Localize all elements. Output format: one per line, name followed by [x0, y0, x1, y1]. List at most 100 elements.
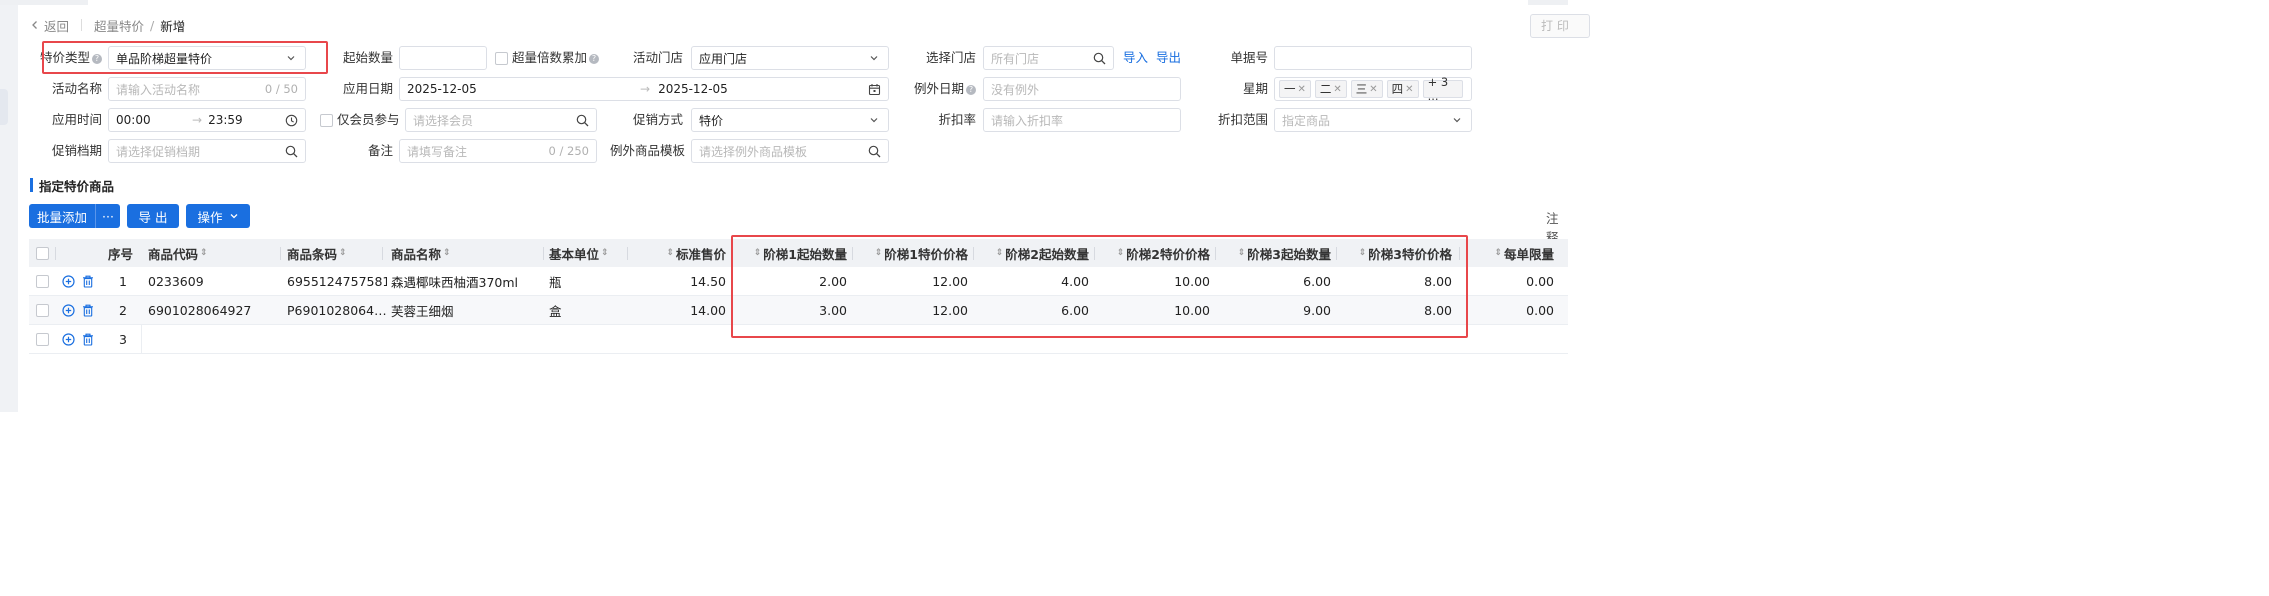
cell-tier3-price[interactable]: 8.00	[1343, 296, 1452, 324]
th-tier1-price[interactable]: ⇕ 阶梯1特价价格	[859, 239, 968, 267]
date-start[interactable]: 2025-12-05	[407, 82, 632, 96]
add-row-icon[interactable]	[62, 303, 75, 317]
date-end[interactable]: 2025-12-05	[658, 82, 867, 96]
week-more-tag[interactable]: + 3 ...	[1422, 75, 1463, 103]
week-label: 星期	[1242, 81, 1268, 96]
name-input[interactable]: 请输入活动名称 0 / 50	[108, 77, 306, 101]
multiple-accumulate-label: 超量倍数累加	[511, 50, 587, 65]
cell-barcode[interactable]: P6901028064…	[287, 296, 387, 324]
time-label: 应用时间	[51, 112, 102, 127]
export-button[interactable]: 导 出	[127, 204, 179, 228]
operations-dropdown-button[interactable]: 操作	[186, 204, 250, 228]
week-tag[interactable]: 二 ✕	[1314, 80, 1347, 98]
th-tier3-price[interactable]: ⇕ 阶梯3特价价格	[1343, 239, 1452, 267]
back-button[interactable]: 返回	[30, 16, 69, 35]
multiple-accumulate-checkbox[interactable]	[495, 52, 508, 65]
cell-limit[interactable]: 0.00	[1474, 296, 1554, 324]
multiple-accumulate-option[interactable]: 超量倍数累加?	[495, 46, 599, 70]
th-tier3-qty[interactable]: ⇕ 阶梯3起始数量	[1222, 239, 1331, 267]
member-input[interactable]: 请选择会员	[405, 108, 597, 132]
chevron-down-icon	[1450, 113, 1464, 127]
time-start[interactable]: 00:00	[116, 113, 186, 127]
cell-barcode[interactable]: 6955124757581	[287, 267, 387, 295]
add-row-icon[interactable]	[62, 332, 75, 346]
cell-code[interactable]: 6901028064927	[148, 296, 278, 324]
cell-seq: 2	[119, 302, 127, 318]
week-tag[interactable]: 三 ✕	[1350, 80, 1383, 98]
th-unit[interactable]: 基本单位 ⇕	[549, 239, 629, 267]
select-all-checkbox[interactable]	[35, 246, 49, 260]
member-only-option[interactable]: 仅会员参与	[320, 108, 400, 132]
promo-method-select[interactable]: 特价	[691, 108, 889, 132]
th-barcode[interactable]: 商品条码 ⇕	[287, 239, 387, 267]
th-tier1-qty[interactable]: ⇕ 阶梯1起始数量	[739, 239, 847, 267]
more-actions-button[interactable]: ···	[96, 204, 120, 228]
date-range-picker[interactable]: 2025-12-05 → 2025-12-05	[399, 77, 889, 101]
cell-code[interactable]: 0233609	[148, 267, 278, 295]
import-link[interactable]: 导入	[1123, 46, 1148, 70]
cell-tier2-qty[interactable]: 6.00	[980, 296, 1089, 324]
trash-icon[interactable]	[81, 333, 94, 346]
cell-tier2-price[interactable]: 10.00	[1101, 267, 1210, 295]
cell-tier2-price[interactable]: 10.00	[1101, 296, 1210, 324]
select-store-input[interactable]: 所有门店	[983, 46, 1114, 70]
cell-tier3-qty[interactable]: 6.00	[1222, 267, 1331, 295]
time-range-picker[interactable]: 00:00 → 23:59	[108, 108, 306, 132]
batch-add-button[interactable]: 批量添加	[29, 204, 95, 228]
cell-tier1-qty[interactable]: 3.00	[739, 296, 847, 324]
row-checkbox[interactable]	[35, 274, 49, 288]
cell-tier1-price[interactable]: 12.00	[859, 296, 968, 324]
trash-icon[interactable]	[81, 275, 94, 288]
section-title-text: 指定特价商品	[39, 178, 115, 194]
cell-tier2-qty[interactable]: 4.00	[980, 267, 1089, 295]
print-button[interactable]: 打 印	[1530, 14, 1590, 38]
search-icon[interactable]	[575, 113, 589, 127]
cell-tier1-price[interactable]: 12.00	[859, 267, 968, 295]
left-sidebar-edge	[0, 5, 18, 412]
week-tag[interactable]: 四 ✕	[1386, 80, 1419, 98]
export-link[interactable]: 导出	[1156, 46, 1181, 70]
member-only-checkbox[interactable]	[320, 114, 333, 127]
search-icon[interactable]	[1092, 51, 1106, 65]
row-checkbox[interactable]	[35, 332, 49, 346]
remark-label: 备注	[367, 143, 393, 158]
search-icon[interactable]	[867, 144, 881, 158]
promo-type-select[interactable]: 单品阶梯超量特价	[108, 46, 306, 70]
row-checkbox[interactable]	[35, 303, 49, 317]
week-tag[interactable]: 一 ✕	[1279, 80, 1311, 98]
add-row-icon[interactable]	[62, 274, 75, 288]
doc-no-input[interactable]	[1274, 46, 1472, 70]
cell-tier1-qty[interactable]: 2.00	[739, 267, 847, 295]
name-char-count: 0 / 50	[264, 82, 298, 96]
store-select[interactable]: 应用门店	[691, 46, 889, 70]
section-title: 指定特价商品	[30, 177, 115, 194]
remark-input[interactable]: 请填写备注 0 / 250	[399, 139, 597, 163]
arrow-right-icon: →	[192, 113, 203, 127]
th-code[interactable]: 商品代码 ⇕	[148, 239, 278, 267]
sort-icon: ⇕	[339, 248, 347, 258]
promo-period-input[interactable]: 请选择促销档期	[108, 139, 306, 163]
except-template-input[interactable]: 请选择例外商品模板	[691, 139, 889, 163]
th-tier2-qty[interactable]: ⇕ 阶梯2起始数量	[980, 239, 1089, 267]
cell-name: 森遇椰味西柚酒370ml	[391, 274, 519, 290]
th-name[interactable]: 商品名称 ⇕	[391, 239, 541, 267]
cell-seq: 3	[119, 331, 127, 347]
week-multiselect[interactable]: 一 ✕ 二 ✕ 三 ✕ 四 ✕ + 3 ...	[1274, 75, 1472, 103]
th-std-price[interactable]: ⇕ 标准售价	[641, 239, 726, 267]
breadcrumb-parent[interactable]: 超量特价	[94, 16, 144, 35]
discount-scope-select[interactable]: 指定商品	[1274, 108, 1472, 132]
th-tier2-price[interactable]: ⇕ 阶梯2特价价格	[1101, 239, 1210, 267]
cell-tier3-qty[interactable]: 9.00	[1222, 296, 1331, 324]
trash-icon[interactable]	[81, 304, 94, 317]
th-limit[interactable]: ⇕ 每单限量	[1474, 239, 1554, 267]
start-qty-input[interactable]	[399, 46, 487, 70]
except-date-input[interactable]: 没有例外	[983, 77, 1181, 101]
time-end[interactable]: 23:59	[208, 113, 284, 127]
promo-type-value: 单品阶梯超量特价	[116, 51, 213, 66]
search-icon[interactable]	[284, 144, 298, 158]
cell-tier3-price[interactable]: 8.00	[1343, 267, 1452, 295]
section-accent-bar	[30, 178, 33, 192]
chevron-down-icon	[284, 51, 298, 65]
cell-limit[interactable]: 0.00	[1474, 267, 1554, 295]
discount-rate-input[interactable]: 请输入折扣率	[983, 108, 1181, 132]
